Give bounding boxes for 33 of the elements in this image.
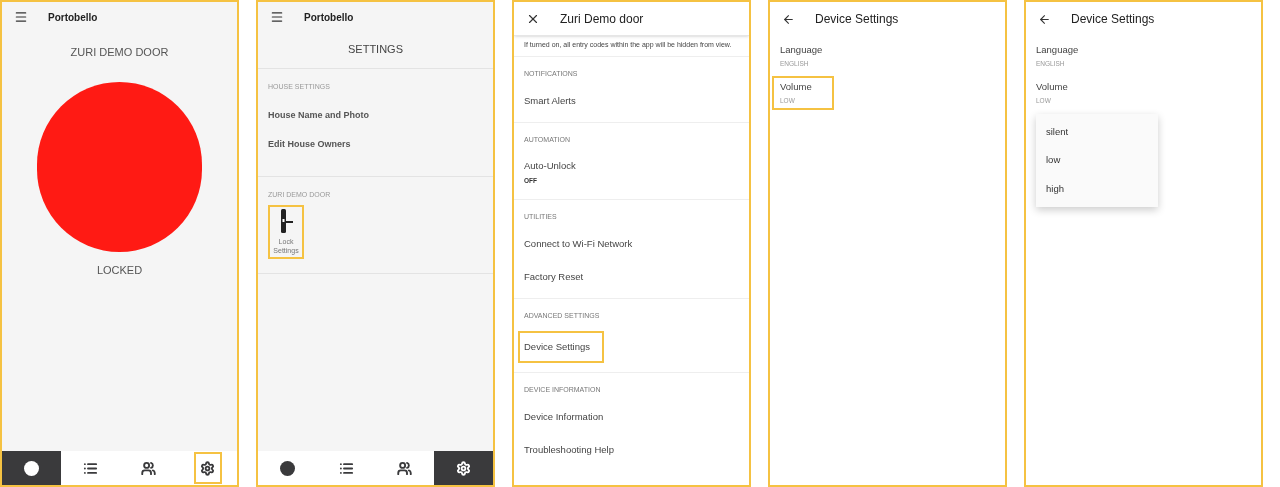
settings-item[interactable]: Smart Alerts bbox=[518, 88, 582, 113]
settings-item[interactable]: Device Settings bbox=[518, 330, 604, 363]
door-name: ZURI DEMO DOOR bbox=[69, 45, 170, 60]
back-icon[interactable] bbox=[782, 12, 795, 26]
screen-title: Device Settings bbox=[1071, 11, 1155, 28]
nav-tab[interactable] bbox=[2, 451, 61, 485]
screen-title: Portobello bbox=[304, 10, 354, 25]
settings-item[interactable]: Factory Reset bbox=[518, 265, 590, 290]
door-lock-icon bbox=[279, 208, 293, 233]
list-icon bbox=[82, 460, 98, 476]
settings-item[interactable]: Connect to Wi-Fi Network bbox=[518, 231, 639, 256]
settings-item[interactable]: Troubleshooting Help bbox=[518, 437, 620, 462]
menu-option[interactable]: low bbox=[1036, 146, 1158, 175]
nav-tab[interactable] bbox=[193, 452, 222, 484]
menu-icon[interactable] bbox=[270, 10, 284, 24]
screen-title: Device Settings bbox=[815, 11, 899, 28]
menu-icon[interactable] bbox=[14, 10, 28, 24]
people-icon bbox=[397, 460, 413, 476]
screen-title: Portobello bbox=[48, 10, 98, 25]
nav-tab[interactable] bbox=[434, 451, 493, 485]
settings-item[interactable]: House Name and Photo bbox=[268, 109, 369, 123]
menu-option[interactable]: silent bbox=[1036, 118, 1158, 147]
settings-item[interactable]: Device Information bbox=[518, 404, 610, 429]
menu-option[interactable]: high bbox=[1036, 174, 1158, 203]
screen-heading: SETTINGS bbox=[258, 41, 493, 69]
settings-icon bbox=[456, 460, 472, 476]
lock-status-label: LOCKED bbox=[95, 262, 144, 278]
screen-title: Zuri Demo door bbox=[560, 10, 644, 28]
settings-item[interactable]: Edit House Owners bbox=[268, 137, 351, 151]
settings-icon bbox=[200, 460, 216, 476]
back-icon[interactable] bbox=[1038, 12, 1051, 26]
list-icon bbox=[338, 460, 354, 476]
people-icon bbox=[141, 460, 157, 476]
